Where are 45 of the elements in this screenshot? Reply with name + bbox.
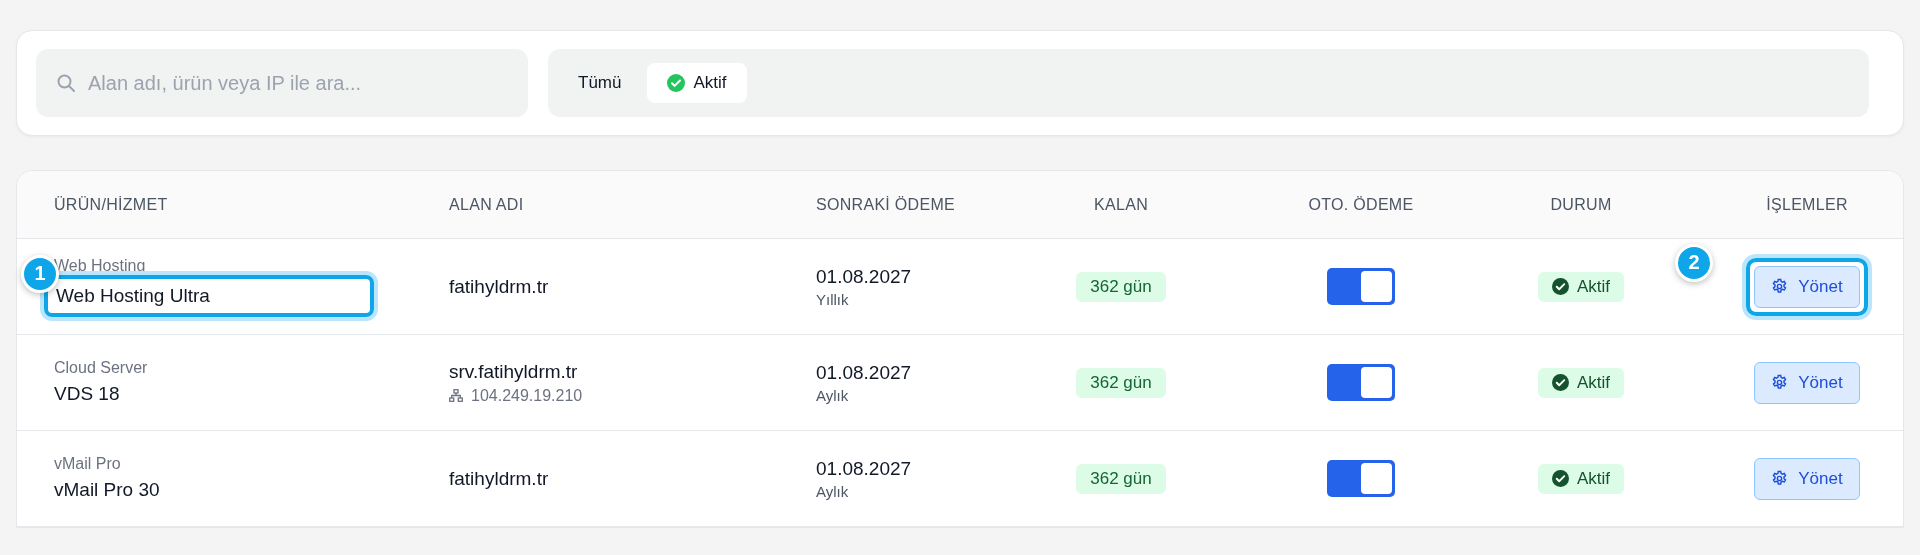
billing-period: Yıllık [816,290,849,308]
days-left-badge: 362 gün [1076,463,1166,494]
payment-date: 01.08.2027 [816,457,912,480]
days-left-badge: 362 gün [1076,271,1166,302]
status-badge: Aktif [1537,271,1625,302]
payment-date: 01.08.2027 [816,265,912,288]
payment-date: 01.08.2027 [816,361,912,384]
manage-button[interactable]: Yönet [1754,361,1860,404]
billing-period: Aylık [816,482,849,500]
ip-address: 104.249.19.210 [471,386,583,405]
product-name: VDS 18 [54,382,120,404]
network-icon [449,389,463,402]
product-category: vMail Pro [54,454,121,473]
domain-name: fatihyldrm.tr [449,467,549,490]
product-category: Cloud Server [54,358,148,377]
gear-icon [1771,278,1789,295]
check-circle-icon [1551,470,1569,487]
status-badge: Aktif [1537,463,1625,494]
domain-name: srv.fatihyldrm.tr [449,360,578,383]
gear-icon [1771,470,1789,487]
product-name: Web Hosting Ultra [56,284,210,306]
column-header: SONRAKİ ÖDEME [816,195,957,214]
check-circle-icon [1551,374,1569,391]
gear-icon [1771,374,1789,391]
billing-period: Aylık [816,386,849,404]
domain-name: fatihyldrm.tr [449,275,549,298]
status-badge: Aktif [1537,367,1625,398]
search-field[interactable]: Alan adı, ürün veya IP ile ara... [36,49,528,117]
auto-pay-toggle[interactable] [1327,268,1395,305]
column-header: OTO. ÖDEME [1308,195,1414,214]
status-tab[interactable]: Tümü [558,63,642,103]
status-tab[interactable]: Aktif [647,63,747,103]
column-header: KALAN [1094,195,1148,214]
product-name: vMail Pro 30 [54,478,160,500]
days-left-badge: 362 gün [1076,367,1166,398]
auto-pay-toggle[interactable] [1327,460,1395,497]
column-header: ÜRÜN/HİZMET [53,195,169,214]
column-header: İŞLEMLER [1765,195,1848,214]
check-circle-icon [1551,278,1569,295]
column-header: DURUM [1550,195,1612,214]
manage-button[interactable]: Yönet [1754,265,1860,308]
auto-pay-toggle[interactable] [1327,364,1395,401]
column-header: ALAN ADI [449,195,525,214]
check-circle-icon [667,74,686,92]
manage-button[interactable]: Yönet [1754,457,1860,500]
